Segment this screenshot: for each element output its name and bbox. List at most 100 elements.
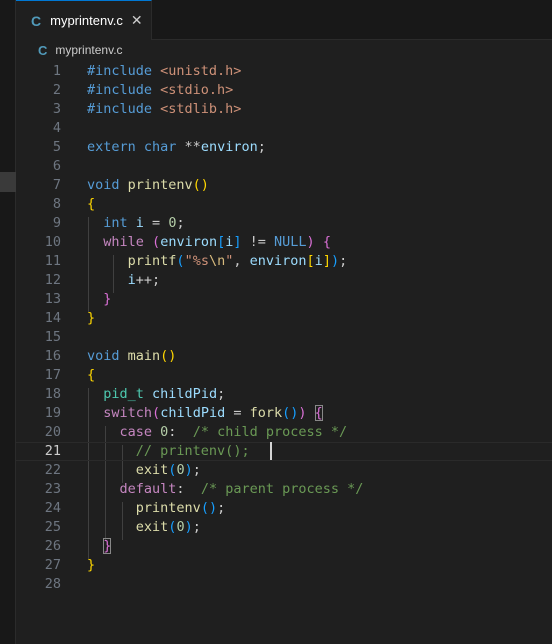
code-token: <stdlib.h> <box>160 101 242 117</box>
tab-myprintenv[interactable]: C myprintenv.c ✕ <box>16 0 152 40</box>
close-icon[interactable]: ✕ <box>131 14 143 28</box>
code-token: /* parent process */ <box>200 481 364 497</box>
code-line[interactable]: 21 // printenv(); <box>16 442 552 461</box>
line-code: } <box>87 537 112 556</box>
code-token: environ <box>160 234 218 250</box>
code-line[interactable]: 28 <box>16 575 552 594</box>
code-line[interactable]: 27} <box>16 556 552 575</box>
code-line[interactable]: 2 #include <stdio.h> <box>16 81 552 100</box>
line-number: 7 <box>52 177 61 193</box>
line-code: void printenv() <box>87 176 209 195</box>
code-line[interactable]: 9 int i = 0; <box>16 214 552 233</box>
line-number: 26 <box>44 538 61 554</box>
line-number: 14 <box>44 310 61 326</box>
code-token: // printenv(); <box>135 443 250 459</box>
text-cursor <box>270 442 272 460</box>
code-token: exit <box>135 462 169 478</box>
code-line[interactable]: 3 #include <stdlib.h> <box>16 100 552 119</box>
line-code: exit(0); <box>87 518 201 537</box>
code-token: ] <box>322 253 331 269</box>
code-token: ) <box>184 519 193 535</box>
code-line[interactable]: 23 default: /* parent process */ <box>16 480 552 499</box>
code-line[interactable]: 25 exit(0); <box>16 518 552 537</box>
code-token: i <box>127 272 136 288</box>
code-line[interactable]: 1 #include <unistd.h> <box>16 62 552 81</box>
code-token: void <box>87 348 128 364</box>
code-token: ; <box>192 462 201 478</box>
code-token: pid_t <box>103 386 153 402</box>
code-line[interactable]: 22 exit(0); <box>16 461 552 480</box>
code-token: int <box>103 215 136 231</box>
code-line[interactable]: 7 void printenv() <box>16 176 552 195</box>
code-token: NULL <box>274 234 307 250</box>
line-number: 21 <box>44 443 61 459</box>
code-line[interactable]: 16 void main() <box>16 347 552 366</box>
code-line[interactable]: 19 switch(childPid = fork()) { <box>16 404 552 423</box>
code-line[interactable]: 15 <box>16 328 552 347</box>
code-line[interactable]: 5 extern char **environ; <box>16 138 552 157</box>
code-token: printenv <box>135 500 201 516</box>
code-token: () <box>192 177 209 193</box>
code-token: ** <box>184 139 201 155</box>
line-number: 4 <box>52 120 61 136</box>
line-code: } <box>87 309 95 328</box>
line-code: int i = 0; <box>87 214 184 233</box>
line-code: pid_t childPid; <box>87 385 225 404</box>
code-token: = <box>225 405 250 421</box>
code-line[interactable]: 11 printf("%s\n", environ[i]); <box>16 252 552 271</box>
line-number: 27 <box>44 557 61 573</box>
line-number: 6 <box>52 158 61 174</box>
code-token: : <box>176 481 201 497</box>
line-code: while (environ[i] != NULL) { <box>87 233 331 252</box>
code-line[interactable]: 8{ <box>16 195 552 214</box>
code-token: [ <box>306 253 315 269</box>
code-editor[interactable]: 1 #include <unistd.h> 2 #include <stdio.h> 3… <box>16 60 552 644</box>
code-token: fork <box>249 405 283 421</box>
code-token: { <box>314 405 323 421</box>
code-token: i <box>135 215 144 231</box>
code-token: } <box>87 557 96 573</box>
code-line[interactable]: 4 <box>16 119 552 138</box>
line-code: } <box>87 290 111 309</box>
code-line[interactable]: 10 while (environ[i] != NULL) { <box>16 233 552 252</box>
code-line[interactable]: 24 printenv(); <box>16 499 552 518</box>
code-line[interactable]: 20 case 0: /* child process */ <box>16 423 552 442</box>
code-token: ; <box>339 253 348 269</box>
line-code: switch(childPid = fork()) { <box>87 404 323 423</box>
code-token: <stdio.h> <box>160 82 234 98</box>
code-line[interactable]: 18 pid_t childPid; <box>16 385 552 404</box>
code-token: /* child process */ <box>192 424 348 440</box>
code-token: ( <box>152 405 161 421</box>
code-token: { <box>87 367 96 383</box>
line-code: default: /* parent process */ <box>87 480 364 499</box>
line-number: 16 <box>44 348 61 364</box>
code-line[interactable]: 26 } <box>16 537 552 556</box>
code-token: switch <box>103 405 153 421</box>
code-token: 0 <box>176 462 185 478</box>
line-code: // printenv(); <box>87 443 250 460</box>
code-line[interactable]: 17 { <box>16 366 552 385</box>
code-token: , <box>233 253 250 269</box>
line-code: extern char **environ; <box>87 138 266 157</box>
breadcrumb-file[interactable]: myprintenv.c <box>55 43 122 57</box>
code-line[interactable]: 6 <box>16 157 552 176</box>
code-token: 0 <box>176 519 185 535</box>
code-line[interactable]: 12 i++; <box>16 271 552 290</box>
code-token: ) <box>184 462 193 478</box>
code-line[interactable]: 14} <box>16 309 552 328</box>
code-token: #include <box>87 101 161 117</box>
code-token: ( <box>152 234 161 250</box>
line-code: case 0: /* child process */ <box>87 423 348 442</box>
code-token: printenv <box>127 177 193 193</box>
code-token: default <box>119 481 177 497</box>
code-line[interactable]: 13 } <box>16 290 552 309</box>
line-code: } <box>87 556 95 575</box>
